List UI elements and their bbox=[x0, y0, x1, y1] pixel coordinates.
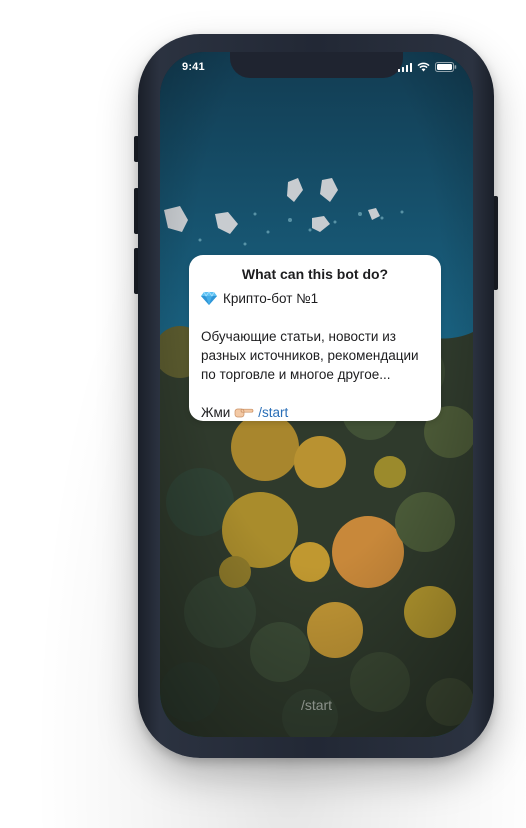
status-icons bbox=[397, 62, 458, 72]
card-body: Крипто-бот №1 Обучающие статьи, новости … bbox=[201, 289, 433, 422]
notch bbox=[230, 52, 403, 78]
stage: 9:41 What can this bot do? Крипто-бот №1… bbox=[0, 0, 526, 828]
bot-name: Крипто-бот №1 bbox=[223, 291, 319, 306]
start-command-button[interactable]: /start bbox=[160, 697, 473, 713]
status-time: 9:41 bbox=[182, 61, 205, 73]
signal-icon bbox=[397, 62, 412, 72]
pointing-hand-icon bbox=[234, 408, 254, 418]
battery-icon bbox=[435, 62, 457, 72]
description-line-3: по торговле и многое другое... bbox=[201, 367, 391, 382]
start-command-link[interactable]: /start bbox=[258, 405, 288, 420]
cta-line: Жми /start bbox=[201, 403, 433, 422]
wifi-icon bbox=[417, 62, 430, 72]
card-title: What can this bot do? bbox=[241, 266, 389, 282]
cta-text: Жми bbox=[201, 405, 231, 420]
gem-icon bbox=[201, 291, 217, 305]
description-line-2: разных источников, рекомендации bbox=[201, 348, 419, 363]
bot-info-card: What can this bot do? Крипто-бот №1 Обуч… bbox=[189, 255, 441, 421]
phone-screen: 9:41 What can this bot do? Крипто-бот №1… bbox=[160, 52, 473, 737]
bot-name-line: Крипто-бот №1 bbox=[201, 289, 433, 308]
description-line-1: Обучающие статьи, новости из bbox=[201, 329, 396, 344]
